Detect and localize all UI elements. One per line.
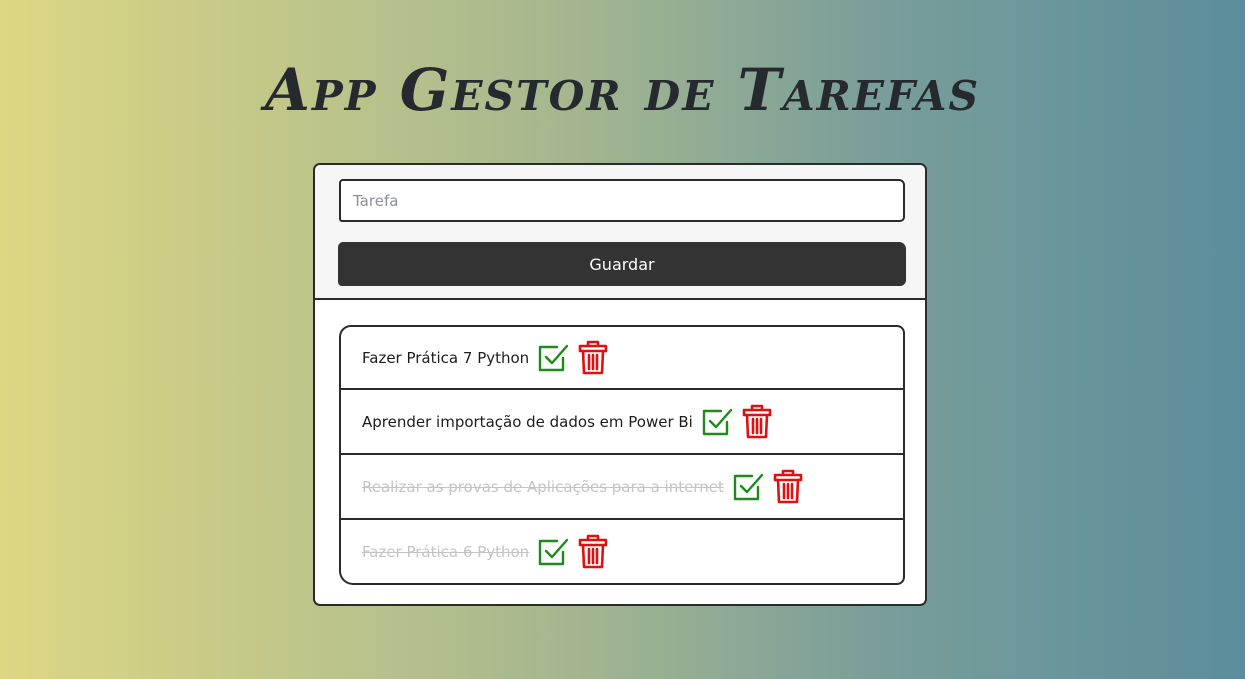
task-text: Fazer Prática 7 Python: [362, 348, 530, 367]
check-square-icon[interactable]: [732, 471, 764, 503]
task-item: Fazer Prática 7 Python: [339, 325, 905, 390]
task-text: Aprender importação de dados em Power Bi: [362, 412, 693, 431]
task-input[interactable]: [339, 179, 905, 222]
task-item: Realizar as provas de Aplicações para a …: [339, 455, 905, 520]
app-title: App Gestor de Tarefas: [264, 56, 981, 124]
check-square-icon[interactable]: [537, 536, 569, 568]
trash-icon[interactable]: [578, 340, 608, 376]
task-text: Fazer Prática 6 Python: [362, 542, 530, 561]
check-square-icon[interactable]: [537, 342, 569, 374]
trash-icon[interactable]: [773, 469, 803, 505]
task-list: Fazer Prática 7 Python Aprender importaç…: [339, 325, 905, 585]
trash-icon[interactable]: [742, 404, 772, 440]
task-card: Guardar Fazer Prática 7 Python Aprender …: [313, 163, 927, 606]
task-item: Aprender importação de dados em Power Bi: [339, 390, 905, 455]
task-text: Realizar as provas de Aplicações para a …: [362, 477, 724, 496]
trash-icon[interactable]: [578, 534, 608, 570]
task-item: Fazer Prática 6 Python: [339, 520, 905, 585]
save-button[interactable]: Guardar: [338, 242, 906, 286]
check-square-icon[interactable]: [701, 406, 733, 438]
task-form: Guardar: [315, 165, 925, 300]
